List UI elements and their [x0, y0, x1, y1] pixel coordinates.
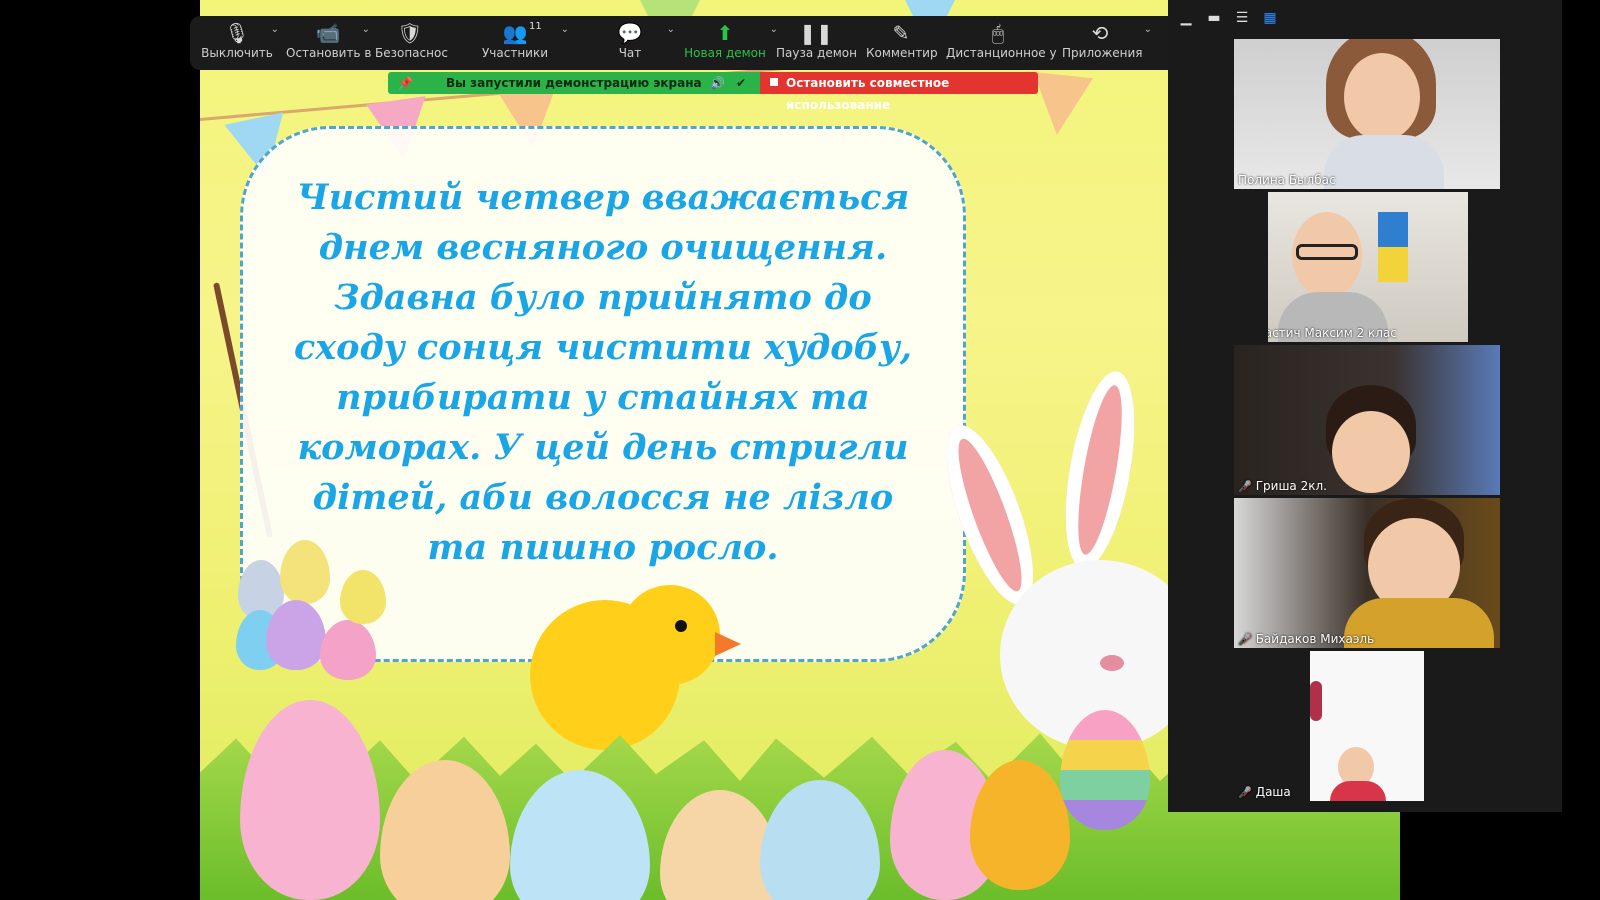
slide-text-line: Чистий четвер вважається	[296, 177, 910, 218]
participant-name-row: 🎤̸Настич Максим 2 клас	[1268, 326, 1397, 340]
stop-share-button[interactable]: Остановить совместное использование	[760, 72, 1038, 112]
participant-name-row: 🎤̸ Даша	[1238, 785, 1291, 799]
glasses-icon	[1296, 244, 1358, 260]
participant-video-tile[interactable]: 🎤̸ Гриша 2кл.	[1234, 345, 1500, 495]
video-gallery-panel: ▁ ▬ ☰ ▦ Полина Былбас 🎤̸Настич Максим 2 …	[1168, 0, 1562, 812]
participant-video-frame	[1310, 651, 1424, 801]
speaker-view-icon[interactable]: ▬	[1204, 8, 1224, 28]
chevron-down-icon[interactable]: ⌄	[561, 24, 569, 35]
participant-name-row: 🎤̸ Байдаков Михаэль	[1238, 632, 1374, 646]
pause-share-button[interactable]: ❚❚ Пауза демон	[776, 16, 857, 70]
participant-body	[1330, 781, 1386, 801]
chevron-down-icon[interactable]: ⌄	[1144, 24, 1152, 35]
stop-share-label: Остановить совместное использование	[786, 76, 950, 112]
shield-icon: 🛡	[397, 21, 423, 45]
mouse-icon: 🖱	[992, 21, 1004, 45]
flower-decoration	[1310, 681, 1322, 721]
bunny-ear-decoration	[1053, 366, 1147, 574]
mute-button[interactable]: 🎙 Выключить ⌄	[195, 16, 279, 70]
participants-icon: 👥	[502, 21, 528, 45]
screen-share-status-bar[interactable]: 📌 Вы запустили демонстрацию экрана 🔊 ✔	[388, 72, 760, 94]
meeting-toolbar: 🎙 Выключить ⌄ 📹 Остановить в ⌄ 🛡 Безопас…	[190, 16, 1170, 70]
new-share-button[interactable]: ⬆ Новая демон ⌄	[684, 16, 778, 70]
slide-text-line: Здавна було прийнято до	[334, 277, 872, 318]
chevron-down-icon[interactable]: ⌄	[667, 24, 675, 35]
slide-text-line: дітей, аби волосся не лізло	[312, 477, 894, 518]
minimize-icon[interactable]: ▁	[1176, 8, 1196, 28]
slide-text-line: коморах. У цей день стригли	[297, 427, 909, 468]
participant-name: Байдаков Михаэль	[1255, 632, 1375, 646]
apps-icon: ⟲	[1091, 21, 1109, 45]
slide-text-line: днем весняного очищення.	[318, 227, 888, 268]
participant-video-tile[interactable]: 🎤̸ Байдаков Михаэль	[1234, 498, 1500, 648]
chat-bubble-icon: 💬	[617, 21, 643, 45]
slide-text-line: сходу сонця чистити худобу,	[293, 327, 913, 368]
pin-icon: 📌	[398, 76, 413, 90]
slide-text: Чистий четвер вважається днем весняного …	[243, 173, 963, 573]
pause-icon: ❚❚	[799, 21, 833, 45]
flag-decoration	[1378, 212, 1408, 282]
stop-square-icon	[770, 78, 778, 86]
slide-text-line: прибирати у стайнях та	[336, 377, 870, 418]
egg-decoration	[240, 700, 380, 900]
participant-face	[1344, 53, 1420, 141]
annotate-label: Комментир	[866, 46, 938, 60]
participant-video-tile[interactable]: 🎤̸Настич Максим 2 клас	[1268, 192, 1468, 342]
microphone-icon: 🎙	[224, 21, 250, 45]
participants-label: Участники	[481, 46, 549, 60]
shield-check-icon: ✔	[736, 76, 747, 90]
slide-text-line: та пишно росло.	[427, 527, 779, 568]
apps-label: Приложения	[1062, 46, 1143, 60]
pencil-icon: ✎	[892, 21, 910, 45]
share-status-text: Вы запустили демонстрацию экрана	[446, 76, 702, 90]
participant-video-tile[interactable]: Полина Былбас	[1234, 39, 1500, 189]
security-button[interactable]: 🛡 Безопаснос	[375, 16, 448, 70]
mute-label: Выключить	[201, 46, 273, 60]
participants-count-badge: 11	[529, 21, 542, 32]
bunny-nose-decoration	[1100, 655, 1124, 671]
muted-mic-icon: 🎤̸	[1238, 633, 1252, 646]
new-share-label: Новая демон	[684, 46, 766, 60]
participant-name-row: 🎤̸ Гриша 2кл.	[1238, 479, 1327, 493]
stop-video-label: Остановить в	[286, 46, 372, 60]
gallery-grid-icon[interactable]: ▦	[1260, 8, 1280, 28]
chat-button[interactable]: 💬 Чат ⌄	[605, 16, 675, 70]
security-label: Безопаснос	[375, 46, 448, 60]
chat-label: Чат	[618, 46, 642, 60]
strip-view-icon[interactable]: ☰	[1232, 8, 1252, 28]
participant-name: Гриша 2кл.	[1255, 479, 1327, 493]
chevron-down-icon[interactable]: ⌄	[362, 24, 370, 35]
chick-eye-decoration	[675, 620, 687, 632]
muted-mic-icon: 🎤̸	[1238, 480, 1252, 493]
participant-name: Полина Былбас	[1238, 173, 1336, 187]
participant-name: Настич Максим 2 клас	[1268, 326, 1397, 340]
participant-name: Даша	[1255, 785, 1291, 799]
stop-video-button[interactable]: 📹 Остановить в ⌄	[286, 16, 372, 70]
remote-control-label: Дистанционное у	[946, 46, 1057, 60]
participant-body	[1324, 135, 1444, 189]
participants-button[interactable]: 👥 11 Участники ⌄	[475, 16, 569, 70]
participant-video-tile[interactable]: 🎤̸ Даша	[1234, 651, 1500, 801]
remote-control-button[interactable]: 🖱 Дистанционное у	[946, 16, 1057, 70]
annotate-button[interactable]: ✎ Комментир	[866, 16, 938, 70]
share-screen-arrow-icon: ⬆	[716, 21, 734, 45]
pause-share-label: Пауза демон	[776, 46, 857, 60]
apps-button[interactable]: ⟲ Приложения ⌄	[1062, 16, 1152, 70]
chevron-down-icon[interactable]: ⌄	[271, 24, 279, 35]
chick-beak-decoration	[715, 632, 741, 656]
chick-head-decoration	[620, 585, 720, 685]
speaker-icon: 🔊	[710, 76, 725, 90]
participant-face	[1332, 411, 1410, 493]
muted-mic-icon: 🎤̸	[1238, 786, 1252, 799]
video-camera-icon: 📹	[315, 21, 341, 45]
